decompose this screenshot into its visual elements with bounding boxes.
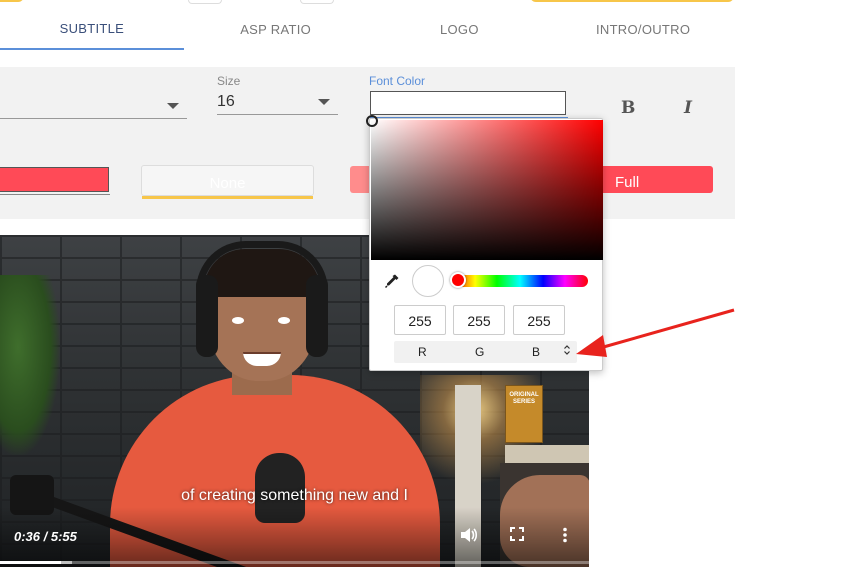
annotation-arrow-icon xyxy=(576,308,735,357)
